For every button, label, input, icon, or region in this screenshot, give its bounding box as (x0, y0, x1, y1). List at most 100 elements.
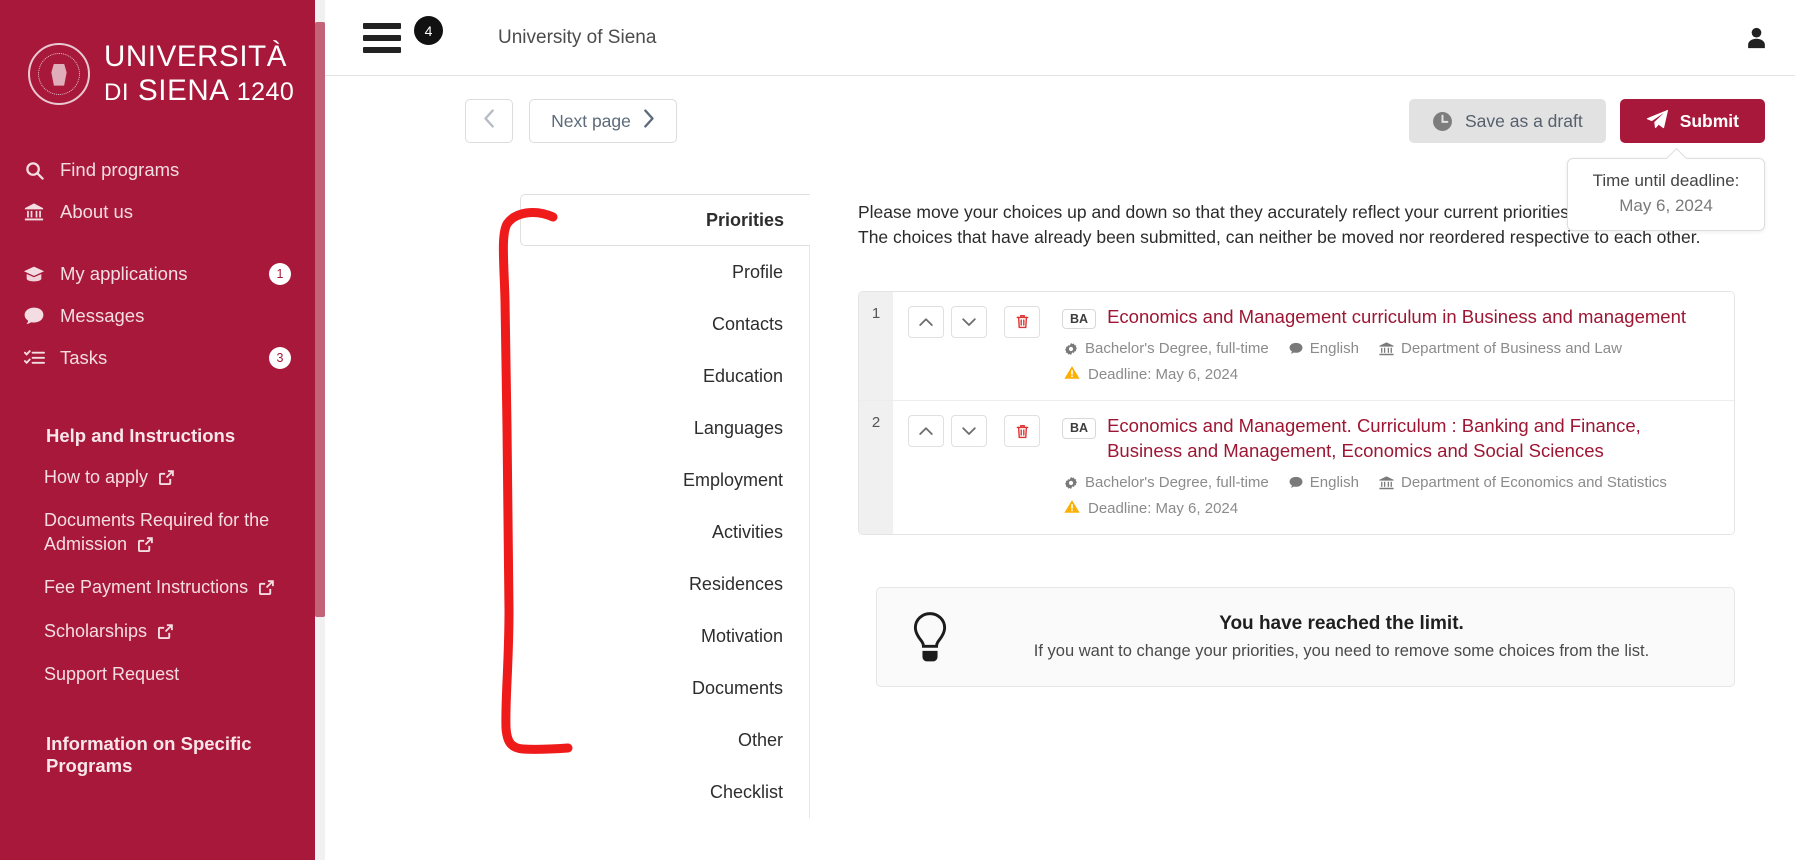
tab-education[interactable]: Education (520, 350, 810, 402)
main-content: 4 University of Siena Next page Save as … (325, 0, 1795, 860)
submit-button[interactable]: Submit (1619, 99, 1765, 143)
tab-label: Residences (688, 573, 783, 594)
sidebar-scrollbar-thumb[interactable] (315, 22, 325, 617)
choice-meta: Bachelor's Degree, full-time English Dep… (1064, 340, 1716, 357)
choice-title-link[interactable]: Economics and Management. Curriculum : B… (1107, 414, 1716, 463)
sidebar-item-find-programs[interactable]: Find programs (0, 149, 325, 191)
meta-language: English (1289, 474, 1359, 491)
choice-title-row: BA Economics and Management. Curriculum … (1062, 414, 1716, 463)
save-as-draft-label: Save as a draft (1464, 110, 1583, 131)
delete-choice-button[interactable] (1004, 305, 1040, 338)
choice-row: 2 BA Economics and Management. Curriculu… (859, 400, 1734, 535)
choice-deadline-label: Deadline: May 6, 2024 (1088, 366, 1239, 384)
sidebar-scrollbar-track[interactable] (315, 0, 325, 860)
sidebar-item-tasks[interactable]: Tasks 3 (0, 337, 325, 379)
meta-degree: Bachelor's Degree, full-time (1064, 474, 1269, 491)
tab-activities[interactable]: Activities (520, 506, 810, 558)
external-link-icon (138, 535, 153, 558)
tab-contacts[interactable]: Contacts (520, 298, 810, 350)
sidebar-item-about-us[interactable]: About us (0, 191, 325, 233)
tab-priorities[interactable]: Priorities (520, 194, 810, 246)
sidebar-link-label: Fee Payment Instructions (44, 577, 249, 598)
sidebar-item-label: My applications (60, 263, 188, 284)
paper-plane-icon (1646, 109, 1668, 134)
choice-controls (893, 401, 1040, 448)
clock-icon (1432, 111, 1453, 132)
submit-label: Submit (1679, 110, 1739, 131)
choice-title-link[interactable]: Economics and Management curriculum in B… (1107, 305, 1686, 329)
action-bar: Next page Save as a draft Submit Time un… (325, 76, 1795, 231)
meta-degree-label: Bachelor's Degree, full-time (1085, 474, 1269, 492)
sidebar-item-messages[interactable]: Messages (0, 295, 325, 337)
section-tabs: Priorities Profile Contacts Education La… (520, 194, 810, 818)
sidebar-item-my-applications[interactable]: My applications 1 (0, 253, 325, 295)
checklist-icon (22, 347, 46, 369)
sidebar-link-how-to-apply[interactable]: How to apply (0, 457, 325, 500)
tab-employment[interactable]: Employment (520, 454, 810, 506)
external-link-icon (259, 578, 274, 601)
tab-profile[interactable]: Profile (520, 246, 810, 298)
delete-choice-button[interactable] (1004, 415, 1040, 448)
warning-triangle-icon (1064, 365, 1080, 384)
choice-info: BA Economics and Management curriculum i… (1040, 292, 1734, 400)
sidebar-link-documents-required[interactable]: Documents Required for the Admission (0, 500, 325, 567)
content-body: Priorities Profile Contacts Education La… (325, 172, 1795, 818)
lightbulb-icon (907, 610, 953, 664)
user-account-icon[interactable] (1746, 27, 1767, 49)
tab-residences[interactable]: Residences (520, 558, 810, 610)
save-as-draft-button[interactable]: Save as a draft (1408, 99, 1606, 143)
sidebar-item-label: About us (60, 201, 134, 222)
hamburger-menu-icon[interactable] (363, 22, 401, 53)
bank-icon (1379, 342, 1394, 356)
brand-line-2: DI SIENA 1240 (104, 75, 295, 106)
choice-order-number: 2 (859, 401, 893, 535)
sidebar-link-scholarships[interactable]: Scholarships (0, 611, 325, 654)
previous-page-button[interactable] (465, 99, 513, 143)
sidebar-link-label: How to apply (44, 467, 149, 487)
meta-language-label: English (1309, 340, 1359, 358)
meta-language-label: English (1309, 474, 1359, 492)
next-page-button[interactable]: Next page (529, 99, 677, 143)
brand-text: UNIVERSITÀ DI SIENA 1240 (104, 42, 294, 105)
sidebar-link-support-request[interactable]: Support Request (0, 654, 325, 695)
tab-label: Activities (711, 521, 783, 542)
tab-other[interactable]: Other (520, 714, 810, 766)
tab-languages[interactable]: Languages (520, 402, 810, 454)
choice-order-number: 1 (859, 291, 893, 401)
limit-notice-text: You have reached the limit. If you want … (979, 613, 1704, 661)
tab-label: Employment (682, 469, 783, 490)
sidebar-link-fee-payment[interactable]: Fee Payment Instructions (0, 567, 325, 610)
university-crest-icon (28, 42, 90, 105)
deadline-tooltip: Time until deadline: May 6, 2024 (1567, 158, 1765, 231)
sidebar: UNIVERSITÀ DI SIENA 1240 Find programs A… (0, 0, 325, 860)
chevron-right-icon (642, 109, 655, 133)
tab-checklist[interactable]: Checklist (520, 766, 810, 818)
move-up-button[interactable] (908, 305, 944, 338)
brand-di: DI (104, 78, 130, 106)
choice-title-row: BA Economics and Management curriculum i… (1062, 305, 1716, 330)
help-and-instructions-heading: Help and Instructions (46, 425, 236, 446)
external-link-icon (158, 622, 173, 645)
gear-icon (1064, 342, 1078, 356)
graduation-cap-icon (22, 263, 46, 285)
tab-documents[interactable]: Documents (520, 662, 810, 714)
top-bar: 4 University of Siena (325, 0, 1795, 76)
move-up-button[interactable] (908, 415, 944, 448)
warning-triangle-icon (1064, 499, 1080, 518)
sidebar-link-label: Support Request (44, 663, 180, 684)
chat-bubble-icon (22, 305, 46, 327)
choice-deadline: Deadline: May 6, 2024 (1064, 365, 1716, 384)
sidebar-badge-tasks: 3 (269, 347, 291, 369)
chevron-left-icon (483, 108, 496, 134)
tooltip-line-1: Time until deadline: (1592, 171, 1740, 190)
brand-logo[interactable]: UNIVERSITÀ DI SIENA 1240 (0, 0, 325, 105)
tab-label: Checklist (709, 781, 783, 802)
tab-motivation[interactable]: Motivation (520, 610, 810, 662)
tooltip-line-2: May 6, 2024 (1619, 196, 1713, 215)
choice-row: 1 BA Economics and Management curriculum… (859, 291, 1734, 401)
tab-label: Profile (731, 261, 783, 282)
move-down-button[interactable] (951, 305, 987, 338)
tab-label: Contacts (711, 313, 783, 334)
move-down-button[interactable] (951, 415, 987, 448)
brand-year: 1240 (236, 77, 295, 106)
